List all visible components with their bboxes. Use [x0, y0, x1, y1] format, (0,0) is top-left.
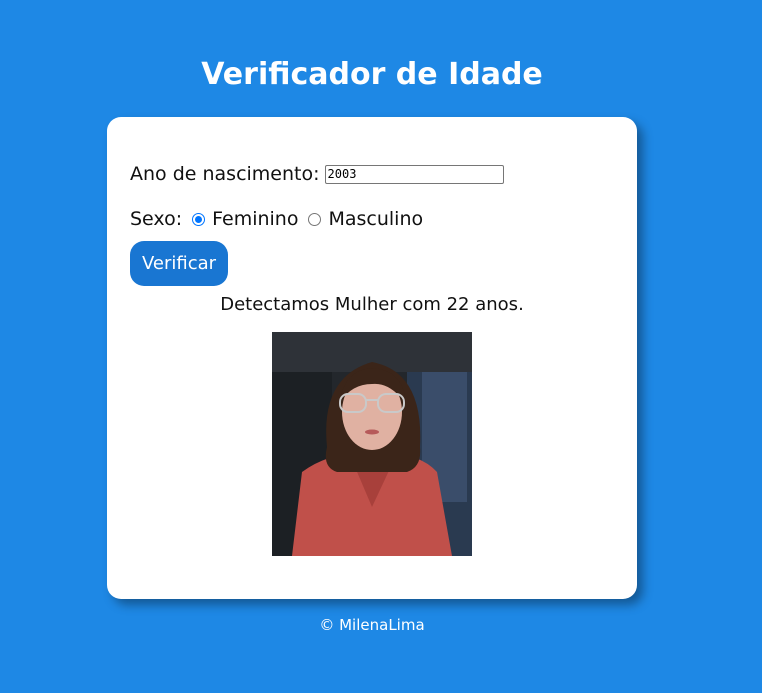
radio-feminino[interactable] [192, 212, 206, 226]
verify-button[interactable]: Verificar [130, 241, 228, 286]
page-title: Verificador de Idade [201, 57, 543, 92]
sex-label: Sexo: [130, 208, 183, 230]
radio-feminino-label[interactable]: Feminino [212, 208, 298, 230]
verifier-card: Ano de nascimento: Sexo: Feminino Mascul… [107, 117, 637, 599]
birth-year-row: Ano de nascimento: [130, 161, 504, 187]
sex-row: Sexo: Feminino Masculino [130, 206, 423, 232]
birth-year-input[interactable] [324, 164, 504, 184]
radio-masculino[interactable] [308, 212, 322, 226]
footer-credit: © MilenaLima [319, 616, 425, 634]
woman-portrait-icon [272, 332, 472, 556]
result-photo [272, 332, 472, 556]
result-text: Detectamos Mulher com 22 anos. [220, 294, 524, 315]
birth-year-label: Ano de nascimento: [130, 163, 320, 185]
radio-masculino-label[interactable]: Masculino [328, 208, 423, 230]
